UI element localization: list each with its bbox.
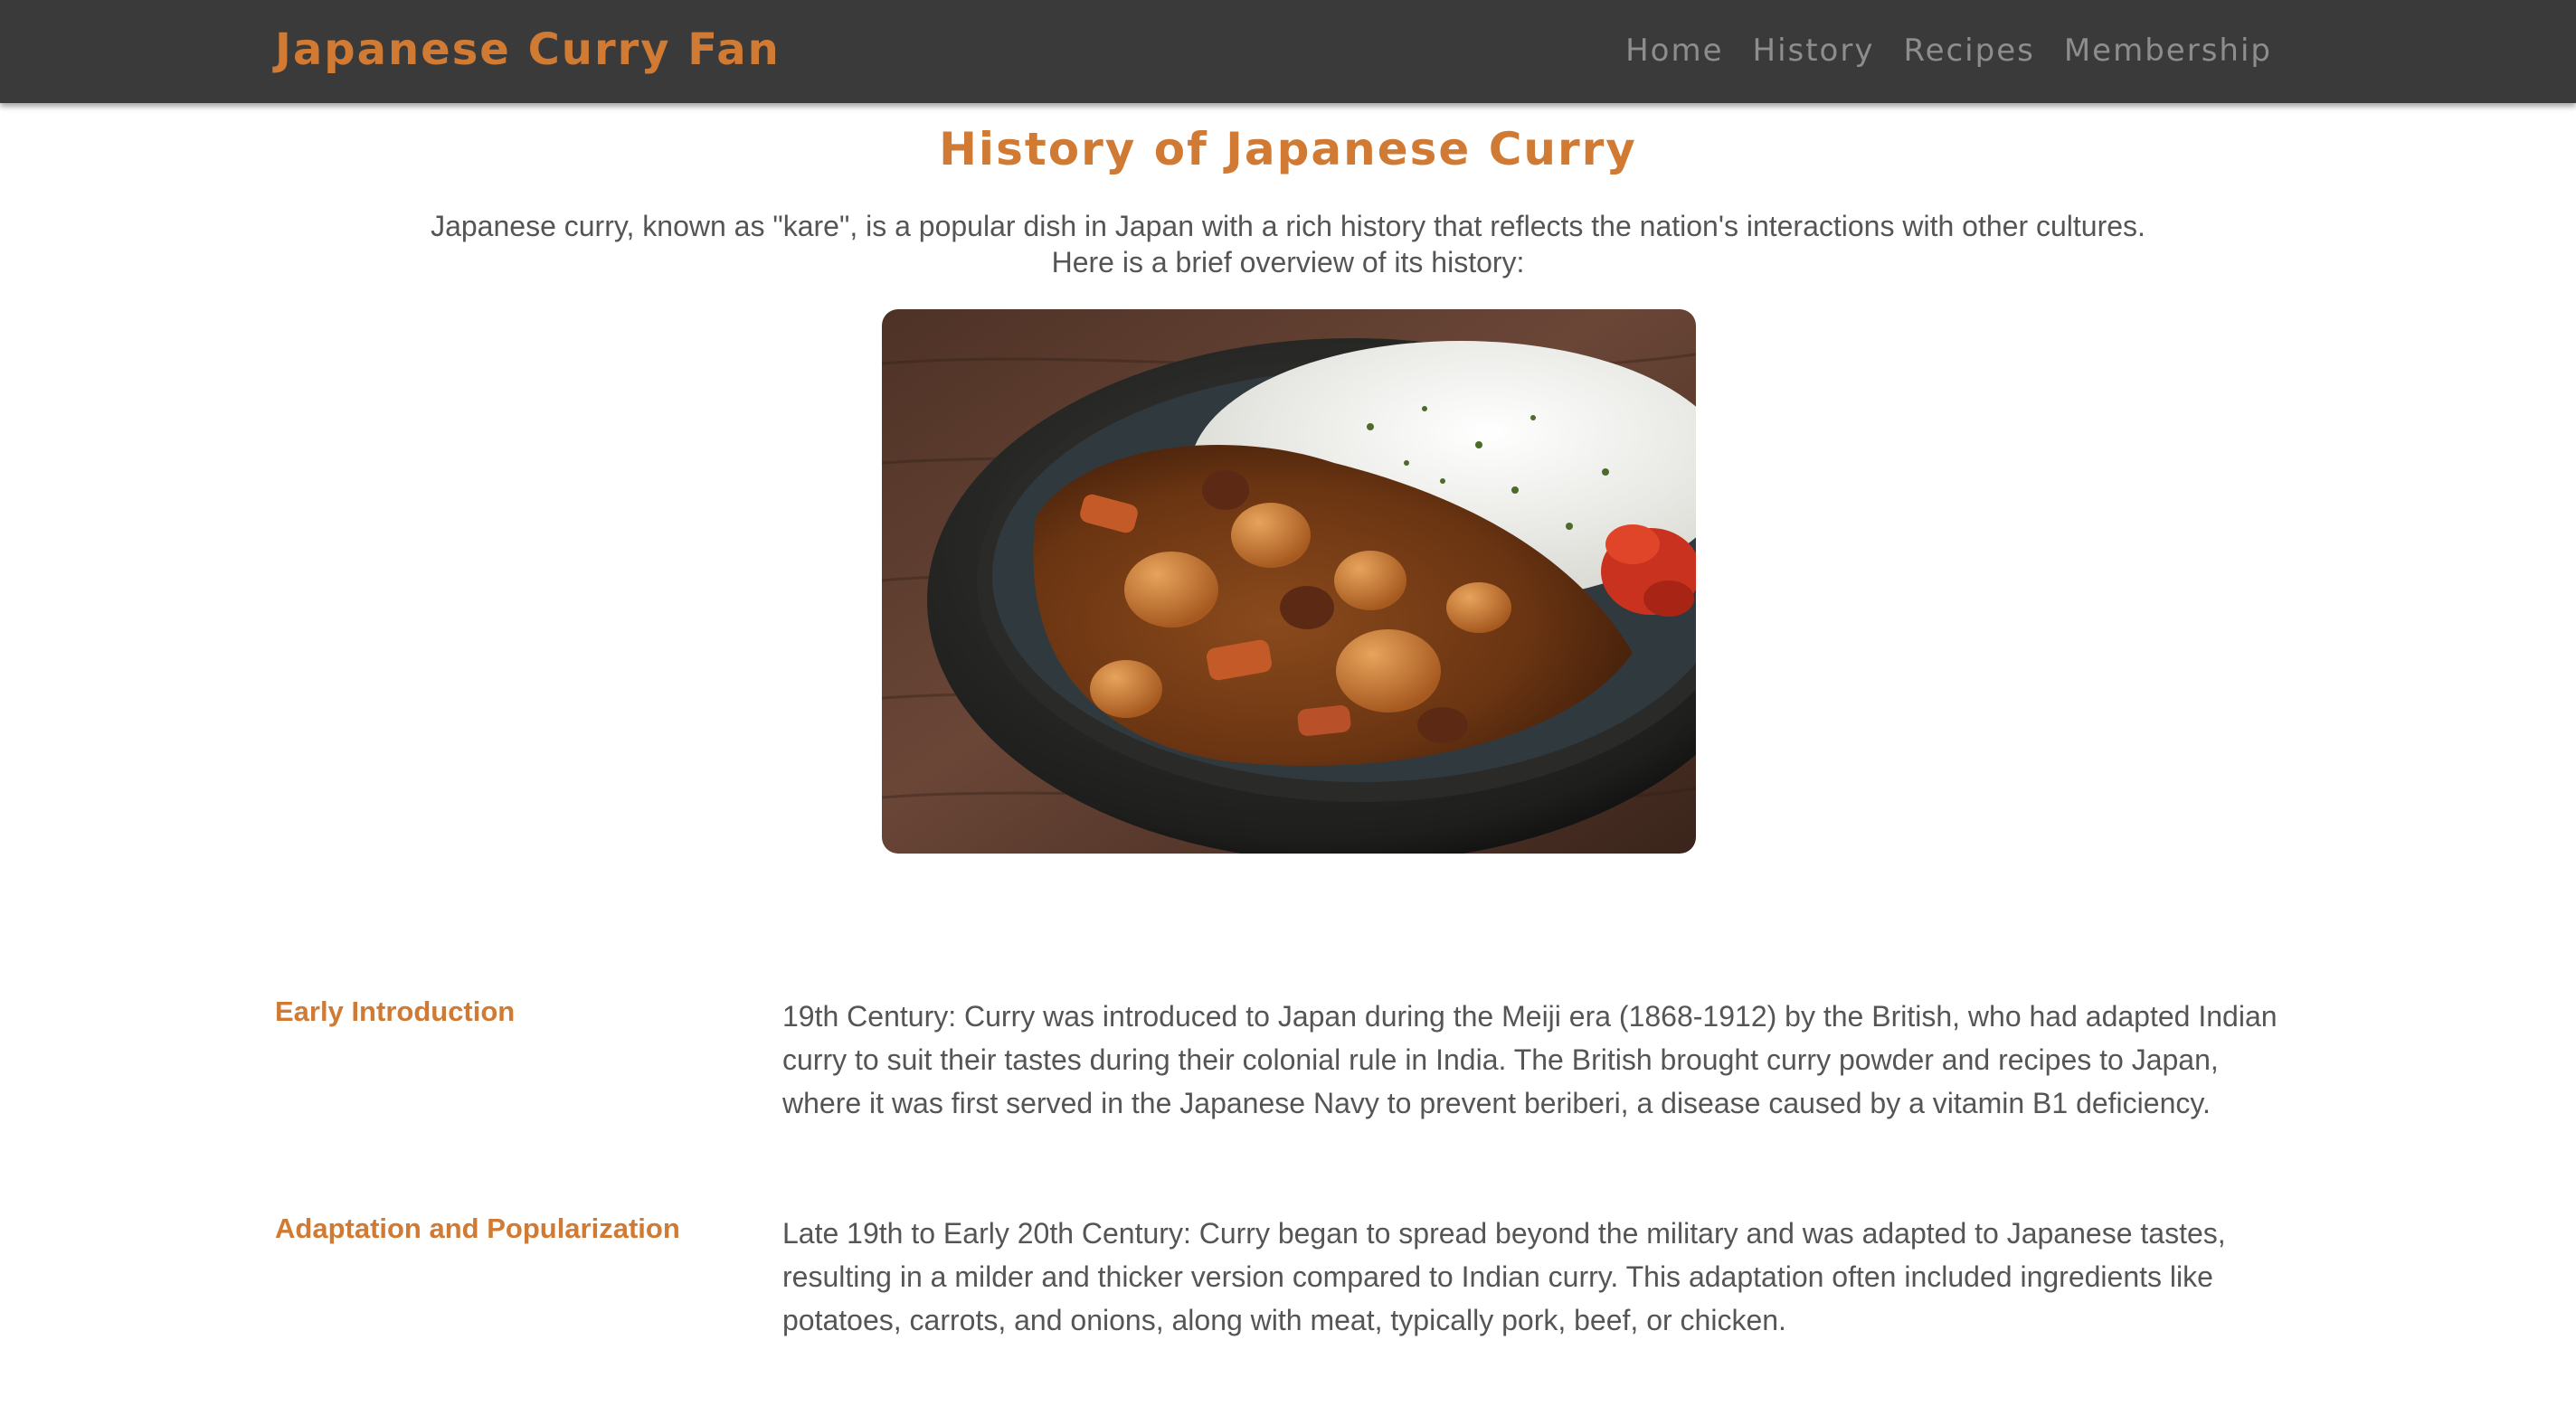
section-heading: Early Introduction bbox=[275, 996, 516, 1027]
brand-logo[interactable]: Japanese Curry Fan bbox=[275, 18, 781, 81]
intro-line: Japanese curry, known as "kare", is a po… bbox=[431, 210, 2145, 242]
section-body-line: 19th Century: Curry was introduced to Ja… bbox=[782, 1000, 2278, 1033]
section-body-line: where it was first served in the Japanes… bbox=[782, 1087, 2211, 1119]
section-adaptation-popularization: Adaptation and Popularization Late 19th … bbox=[275, 1210, 2274, 1354]
nav-link-history[interactable]: History bbox=[1753, 27, 1875, 74]
nav-link-recipes[interactable]: Recipes bbox=[1903, 27, 2034, 74]
nav-link-membership[interactable]: Membership bbox=[2064, 27, 2272, 74]
intro-text: Japanese curry, known as "kare", is a po… bbox=[0, 208, 2576, 280]
section-body-line: resulting in a milder and thicker versio… bbox=[782, 1260, 2213, 1293]
nav-link-home[interactable]: Home bbox=[1625, 27, 1723, 74]
section-early-introduction: Early Introduction 19th Century: Curry w… bbox=[275, 993, 2278, 1137]
section-body-line: Late 19th to Early 20th Century: Curry b… bbox=[782, 1217, 2226, 1250]
section-body: 19th Century: Curry was introduced to Ja… bbox=[782, 995, 2573, 1125]
section-heading: Adaptation and Popularization bbox=[275, 1213, 680, 1244]
nav-links: Home History Recipes Membership bbox=[1625, 27, 2272, 74]
curry-rice-photo bbox=[882, 309, 1696, 854]
navbar: Japanese Curry Fan Home History Recipes … bbox=[0, 0, 2576, 103]
section-body-line: potatoes, carrots, and onions, along wit… bbox=[782, 1304, 1786, 1336]
page-title: History of Japanese Curry bbox=[939, 123, 1637, 175]
intro-line: Here is a brief overview of its history: bbox=[1051, 246, 1525, 278]
section-body: Late 19th to Early 20th Century: Curry b… bbox=[782, 1212, 2573, 1342]
section-body-line: curry to suit their tastes during their … bbox=[782, 1043, 2219, 1076]
